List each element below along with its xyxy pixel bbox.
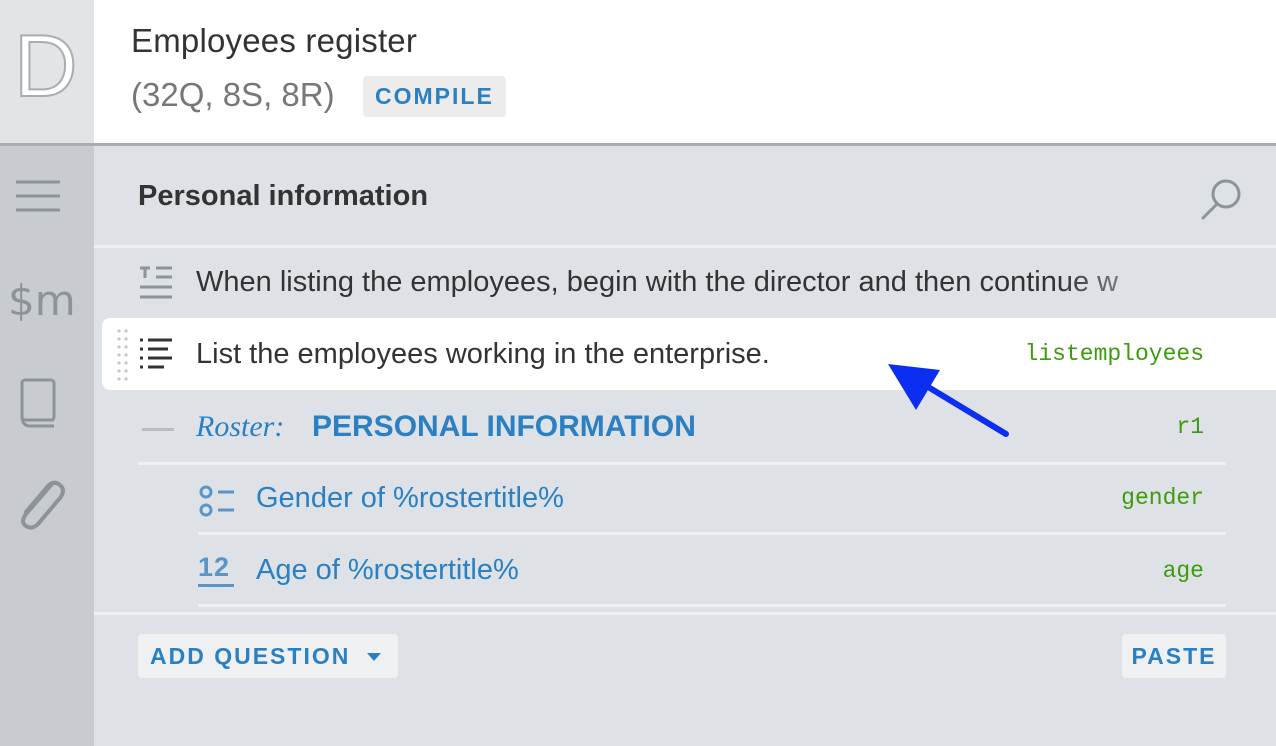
text-fade-overlay [1060, 250, 1210, 318]
logo[interactable]: D [0, 0, 94, 143]
numeric-icon: 12 [198, 552, 238, 587]
questionnaire-title[interactable]: Employees register [131, 22, 417, 60]
static-text-icon [138, 264, 174, 307]
collapse-icon[interactable] [142, 428, 174, 431]
add-question-label: ADD QUESTION [150, 643, 351, 669]
roster-divider [138, 462, 1226, 465]
age-variable: age [1162, 558, 1204, 584]
question-text[interactable]: List the employees working in the enterp… [196, 338, 770, 371]
section-bottom-divider [94, 612, 1276, 615]
annotation-arrow-icon [888, 364, 1009, 437]
questionnaire-counts: (32Q, 8S, 8R) [131, 76, 335, 113]
paste-button[interactable]: PASTE [1122, 634, 1226, 678]
question-variable: listemployees [1024, 341, 1204, 367]
roster-variable: r1 [1176, 414, 1204, 440]
attachment-icon[interactable] [12, 474, 68, 539]
chevron-down-icon [367, 653, 381, 661]
drag-handle-icon[interactable] [116, 328, 130, 387]
left-rail: D $m [0, 0, 94, 746]
age-question-text[interactable]: Age of %rostertitle% [256, 554, 519, 587]
add-question-button[interactable]: ADD QUESTION [138, 634, 398, 678]
static-text-content[interactable]: When listing the employees, begin with t… [196, 266, 1210, 299]
question-divider [198, 532, 1226, 535]
question-divider [198, 604, 1226, 607]
macros-icon[interactable]: $m [8, 276, 76, 325]
compile-button[interactable]: COMPILE [363, 76, 506, 117]
roster-title[interactable]: PERSONAL INFORMATION [312, 410, 696, 444]
single-choice-icon [198, 484, 238, 523]
gender-question-text[interactable]: Gender of %rostertitle% [256, 482, 564, 515]
header-divider [0, 143, 1276, 146]
numeric-icon-text: 12 [198, 552, 231, 582]
questionnaire-header: Employees register (32Q, 8S, 8R) COMPILE [94, 0, 1276, 143]
roster-label: Roster: [196, 410, 285, 443]
section-title[interactable]: Personal information [138, 180, 428, 213]
search-icon[interactable] [1198, 176, 1246, 229]
logo-letter: D [13, 16, 79, 115]
text-list-question-icon [138, 336, 174, 377]
gender-variable: gender [1121, 485, 1204, 511]
menu-icon[interactable] [14, 176, 62, 221]
book-icon[interactable] [18, 376, 58, 437]
section-divider [94, 245, 1276, 248]
